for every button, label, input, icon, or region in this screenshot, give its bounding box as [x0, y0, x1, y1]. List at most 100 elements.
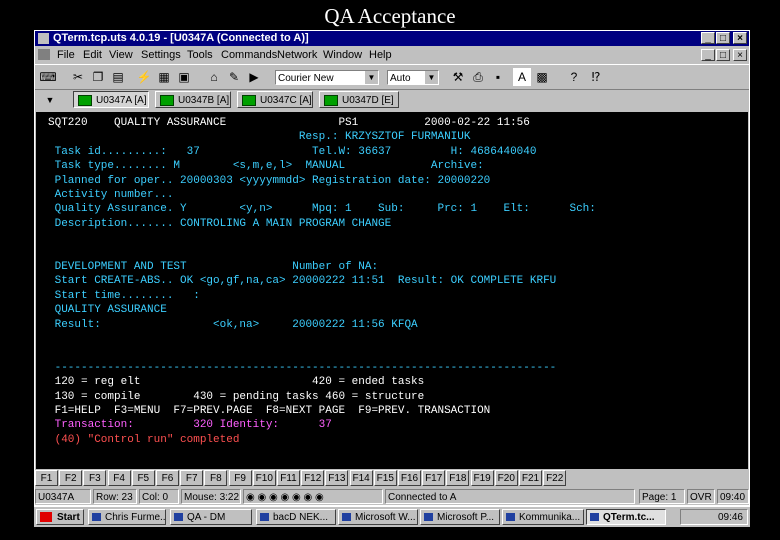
function-key-f11[interactable]: F11	[277, 470, 300, 486]
session-tab-d[interactable]: U0347D [E]	[319, 91, 399, 108]
function-key-f22[interactable]: F22	[543, 470, 567, 486]
status-mouse: Mouse: 3:22	[181, 489, 241, 504]
function-key-f18[interactable]: F18	[446, 470, 470, 486]
terminal-screen[interactable]: SQT220 QUALITY ASSURANCE PS1 2000-02-22 …	[36, 112, 748, 469]
terminal-line: Resp.: KRZYSZTOF FURMANIUK	[48, 131, 471, 144]
monitor-icon	[242, 95, 256, 106]
menu-view[interactable]: View	[109, 49, 133, 61]
tools-icon[interactable]: ⚒	[449, 68, 467, 86]
function-key-f9[interactable]: F9	[228, 470, 252, 486]
function-key-f17[interactable]: F17	[422, 470, 446, 486]
edit-icon[interactable]: ✎	[225, 68, 243, 86]
status-bar: U0347A Row: 23 Col: 0 Mouse: 3:22 ◉ ◉ ◉ …	[35, 488, 749, 505]
terminal-line: Result: <ok,na> 20000222 11:56 KFQA	[48, 318, 418, 331]
chevron-down-icon[interactable]: ▼	[425, 71, 438, 84]
keyboard-icon[interactable]: ▦	[155, 68, 173, 86]
function-key-f6[interactable]: F6	[156, 470, 179, 486]
menu-network[interactable]: Network	[277, 49, 317, 61]
taskbar-item[interactable]: Kommunika...	[502, 509, 584, 525]
menu-window[interactable]: Window	[323, 49, 362, 61]
minimize-button[interactable]: _	[701, 32, 715, 44]
menu-tools[interactable]: Tools	[187, 49, 213, 61]
menu-edit[interactable]: Edit	[83, 49, 102, 61]
function-key-f13[interactable]: F13	[325, 470, 349, 486]
status-session: U0347A	[35, 489, 91, 504]
app-icon[interactable]	[38, 33, 49, 44]
function-key-f21[interactable]: F21	[519, 470, 542, 486]
function-key-f14[interactable]: F14	[349, 470, 373, 486]
function-key-f4[interactable]: F4	[107, 470, 131, 486]
text-button[interactable]: A	[513, 68, 531, 86]
session-tab-label: U0347A [A]	[96, 95, 147, 106]
status-time: 09:40	[717, 489, 749, 504]
start-button[interactable]: Start	[36, 509, 84, 525]
session-tab-b[interactable]: U0347B [A]	[155, 91, 231, 108]
cut-icon[interactable]: ✂	[69, 68, 87, 86]
function-key-f3[interactable]: F3	[83, 470, 107, 486]
image-icon[interactable]: ▩	[533, 68, 551, 86]
taskbar-item[interactable]: bacD NEK...	[256, 509, 336, 525]
menu-help[interactable]: Help	[369, 49, 392, 61]
doc-restore-button[interactable]: □	[716, 49, 730, 61]
window-icon	[92, 513, 101, 521]
print-screen-icon[interactable]: ▣	[175, 68, 193, 86]
function-key-f15[interactable]: F15	[373, 470, 397, 486]
chevron-down-icon[interactable]: ▼	[365, 71, 378, 84]
taskbar-item[interactable]: QA - DM	[170, 509, 252, 525]
session-tab-c[interactable]: U0347C [A]	[237, 91, 313, 108]
home-icon[interactable]: ⌂	[205, 68, 223, 86]
window-icon	[424, 513, 433, 521]
session-tab-a[interactable]: U0347A [A]	[73, 91, 149, 108]
terminal-line: Task id.........: 37 Tel.W: 36637 H: 468…	[48, 145, 537, 158]
menu-commands[interactable]: Commands	[221, 49, 277, 61]
function-key-f10[interactable]: F10	[252, 470, 276, 486]
terminal-line: 130 = compile 430 = pending tasks 460 = …	[48, 390, 425, 403]
terminal-line: Start CREATE-ABS.. OK <go,gf,na,ca> 2000…	[48, 275, 557, 288]
window-title: QTerm.tcp.uts 4.0.19 - [U0347A (Connecte…	[53, 32, 309, 44]
copy-icon[interactable]: ❐	[89, 68, 107, 86]
terminal-line: QUALITY ASSURANCE	[48, 304, 167, 317]
menu-settings[interactable]: Settings	[141, 49, 181, 61]
connect-icon[interactable]: ⌨	[39, 68, 57, 86]
function-key-f16[interactable]: F16	[398, 470, 421, 486]
printer-icon[interactable]: ⎙	[469, 68, 487, 86]
size-select-value: Auto	[390, 73, 411, 84]
taskbar-item[interactable]: Microsoft W...	[338, 509, 418, 525]
terminal-line: Planned for oper.. 20000303 <yyyymmdd> R…	[48, 174, 491, 187]
function-key-f12[interactable]: F12	[301, 470, 325, 486]
taskbar-item[interactable]: Microsoft P...	[420, 509, 500, 525]
function-key-f20[interactable]: F20	[494, 470, 518, 486]
terminal-line: Task type........ M <s,m,e,l> MANUAL Arc…	[48, 160, 484, 173]
session-menu-icon[interactable]: ▼	[41, 91, 59, 109]
font-select[interactable]: Courier New ▼	[275, 70, 379, 85]
tray-clock: 09:46	[717, 512, 743, 523]
taskbar-item-qterm[interactable]: QTerm.tc...	[586, 509, 666, 525]
title-bar[interactable]: QTerm.tcp.uts 4.0.19 - [U0347A (Connecte…	[35, 31, 749, 46]
close-button[interactable]: ×	[733, 32, 747, 44]
context-help-icon[interactable]: ⁉	[587, 68, 605, 86]
terminal-line: ----------------------------------------…	[48, 361, 557, 374]
status-ovr: OVR	[687, 489, 715, 504]
restore-button[interactable]: □	[716, 32, 730, 44]
size-select[interactable]: Auto ▼	[387, 70, 439, 85]
save-icon[interactable]: ▪	[489, 68, 507, 86]
paste-icon[interactable]: ▤	[109, 68, 127, 86]
function-key-f7[interactable]: F7	[180, 470, 204, 486]
qterm-window: QTerm.tcp.uts 4.0.19 - [U0347A (Connecte…	[34, 30, 750, 506]
document-icon[interactable]	[38, 49, 50, 60]
macro-icon[interactable]: ⚡	[135, 68, 153, 86]
terminal-line: SQT220 QUALITY ASSURANCE PS1 2000-02-22 …	[48, 117, 530, 129]
doc-minimize-button[interactable]: _	[701, 49, 715, 61]
menu-file[interactable]: File	[57, 49, 75, 61]
function-key-f5[interactable]: F5	[131, 470, 155, 486]
function-key-f2[interactable]: F2	[59, 470, 83, 486]
function-key-f1[interactable]: F1	[35, 470, 58, 486]
play-icon[interactable]: ▶	[245, 68, 263, 86]
function-key-f8[interactable]: F8	[204, 470, 228, 486]
window-icon	[174, 513, 183, 521]
help-button[interactable]: ?	[565, 68, 583, 86]
taskbar-item[interactable]: Chris Furme...	[88, 509, 166, 525]
system-tray[interactable]: 09:46	[680, 509, 748, 525]
function-key-f19[interactable]: F19	[470, 470, 494, 486]
doc-close-button[interactable]: ×	[733, 49, 747, 61]
